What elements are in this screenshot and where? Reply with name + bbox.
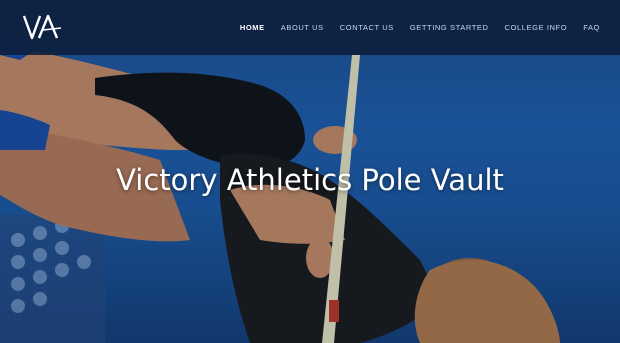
nav-getting-started[interactable]: GETTING STARTED <box>410 23 489 32</box>
nav-home[interactable]: HOME <box>240 23 265 32</box>
nav-contact-us[interactable]: CONTACT US <box>340 23 394 32</box>
nav-college-info[interactable]: COLLEGE INFO <box>505 23 568 32</box>
hero-title: Victory Athletics Pole Vault <box>116 163 504 197</box>
nav-faq[interactable]: FAQ <box>583 23 600 32</box>
top-navigation-bar: HOME ABOUT US CONTACT US GETTING STARTED… <box>0 0 620 55</box>
va-logo-icon[interactable] <box>22 12 64 42</box>
nav-about-us[interactable]: ABOUT US <box>281 23 324 32</box>
main-nav: HOME ABOUT US CONTACT US GETTING STARTED… <box>224 23 600 32</box>
